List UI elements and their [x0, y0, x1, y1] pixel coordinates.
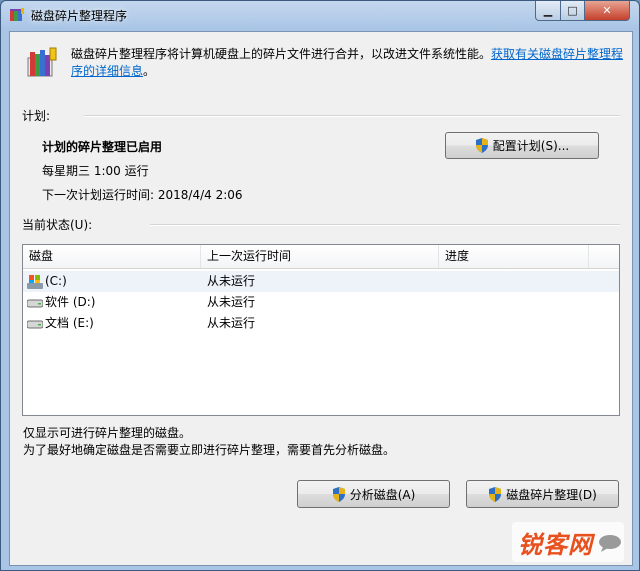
configure-schedule-button[interactable]: 配置计划(S)...	[445, 132, 599, 159]
defrag-window: 磁盘碎片整理程序 ▁ □ ✕ 磁盘碎片整理程序将计算机硬盘上的碎片文件进行合并，…	[0, 0, 640, 571]
maximize-icon: □	[567, 4, 578, 17]
defragment-disk-button[interactable]: 磁盘碎片整理(D)	[466, 480, 619, 508]
note-defraggable-only: 仅显示可进行碎片整理的磁盘。	[23, 426, 192, 440]
disk-list-header: 磁盘 上一次运行时间 进度	[23, 245, 619, 269]
description-text: 磁盘碎片整理程序将计算机硬盘上的碎片文件进行合并，以改进文件系统性能。	[71, 47, 492, 61]
minimize-icon: ▁	[543, 4, 553, 17]
disk-row-c[interactable]: (C:) 从未运行	[23, 271, 619, 292]
disk-row-d[interactable]: 软件 (D:) 从未运行	[23, 292, 619, 313]
disk-last-run: 从未运行	[207, 274, 256, 288]
hard-drive-icon	[27, 320, 43, 329]
disk-last-run: 从未运行	[207, 316, 256, 330]
analyze-disk-label: 分析磁盘(A)	[349, 487, 416, 502]
disk-name: 软件 (D:)	[45, 295, 96, 309]
status-divider	[150, 224, 620, 226]
watermark: 锐客网	[512, 522, 624, 562]
configure-schedule-label: 配置计划(S)...	[492, 139, 570, 153]
minimize-button[interactable]: ▁	[535, 1, 561, 21]
hard-drive-icon	[27, 299, 43, 308]
close-icon: ✕	[602, 4, 612, 17]
system-drive-icon	[27, 275, 43, 289]
disk-name: (C:)	[45, 274, 67, 288]
chat-bubble-icon	[599, 535, 621, 552]
dialog-body: 磁盘碎片整理程序将计算机硬盘上的碎片文件进行合并，以改进文件系统性能。获取有关磁…	[9, 31, 633, 566]
status-section-label: 当前状态(U):	[22, 218, 93, 232]
help-link-continued[interactable]: 序的详细信息	[71, 64, 143, 78]
help-link[interactable]: 获取有关磁盘碎片整理程	[491, 47, 623, 61]
window-title: 磁盘碎片整理程序	[31, 9, 128, 23]
schedule-frequency: 每星期三 1:00 运行	[42, 164, 149, 178]
defrag-header-icon	[27, 47, 57, 77]
close-button[interactable]: ✕	[584, 1, 630, 21]
column-header-last-run[interactable]: 上一次运行时间	[201, 245, 439, 268]
disk-name: 文档 (E:)	[45, 316, 94, 330]
disk-list[interactable]: 磁盘 上一次运行时间 进度 (C:) 从未运行 软件 (D:) 从未运行 文档 …	[22, 244, 620, 416]
schedule-divider	[84, 115, 620, 117]
link-suffix: 。	[143, 64, 156, 78]
schedule-section-label: 计划:	[22, 109, 51, 123]
column-header-progress[interactable]: 进度	[439, 245, 589, 268]
note-analyze-first: 为了最好地确定磁盘是否需要立即进行碎片整理，需要首先分析磁盘。	[23, 443, 396, 457]
title-bar[interactable]: 磁盘碎片整理程序 ▁ □ ✕	[1, 1, 639, 31]
analyze-disk-button[interactable]: 分析磁盘(A)	[297, 480, 450, 508]
uac-shield-icon	[475, 138, 488, 153]
schedule-next-run: 下一次计划运行时间: 2018/4/4 2:06	[42, 188, 243, 202]
uac-shield-icon	[332, 486, 345, 502]
schedule-status: 计划的碎片整理已启用	[42, 140, 163, 154]
header-description: 磁盘碎片整理程序将计算机硬盘上的碎片文件进行合并，以改进文件系统性能。获取有关磁…	[71, 46, 623, 80]
uac-shield-icon	[489, 486, 502, 502]
disk-last-run: 从未运行	[207, 295, 256, 309]
defrag-app-icon	[10, 8, 24, 21]
disk-row-e[interactable]: 文档 (E:) 从未运行	[23, 313, 619, 334]
defragment-disk-label: 磁盘碎片整理(D)	[506, 487, 597, 502]
column-header-disk[interactable]: 磁盘	[23, 245, 201, 268]
maximize-button[interactable]: □	[560, 1, 585, 21]
watermark-text: 锐客网	[518, 531, 593, 559]
